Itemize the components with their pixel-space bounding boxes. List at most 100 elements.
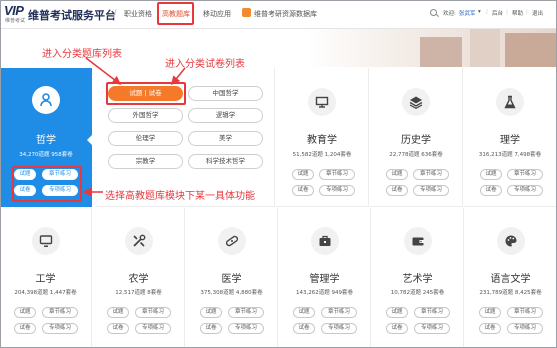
category-stats: 10,782道题 245套卷 xyxy=(390,290,445,296)
category-stats: 51,582道题 1,204套卷 xyxy=(292,152,352,158)
top-header: VIP 维普考试 维普考试服务平台 / 职业资格 高教题库 移动应用 维普考研资… xyxy=(0,0,557,29)
subject-aesthetics[interactable]: 美学 xyxy=(188,131,263,146)
annotation-paper-list: 进入分类试卷列表 xyxy=(165,59,245,70)
backend-link[interactable]: 后台 xyxy=(492,9,503,17)
search-icon[interactable] xyxy=(430,9,437,16)
special-practice-button[interactable]: 专项练习 xyxy=(319,185,355,196)
papers-button[interactable]: 试卷 xyxy=(386,185,408,196)
category-stats: 204,398道题 1,447套卷 xyxy=(14,290,77,296)
annotation-subject-list: 进入分类题库列表 xyxy=(42,49,122,60)
category-name: 医学 xyxy=(221,274,242,285)
special-practice-button[interactable]: 专项练习 xyxy=(228,323,264,334)
questions-button[interactable]: 试题 xyxy=(479,307,501,318)
category-card-medicine[interactable]: 医学 375,308道题 4,880套卷 试题 章节练习 试卷 专项练习 xyxy=(186,208,278,348)
category-name: 农学 xyxy=(128,274,149,285)
papers-button[interactable]: 试卷 xyxy=(479,323,501,334)
logout-link[interactable]: 退出 xyxy=(532,9,543,17)
chapter-practice-button[interactable]: 章节练习 xyxy=(135,307,171,318)
papers-button[interactable]: 试卷 xyxy=(293,323,315,334)
chevron-down-icon[interactable]: ▾ xyxy=(478,9,481,15)
category-card-science[interactable]: 理学 316,213道题 7,498套卷 试题 章节练习 试卷 专项练习 xyxy=(464,68,557,207)
nav-professional-qualification[interactable]: 职业资格 xyxy=(124,9,152,19)
flask-icon xyxy=(496,88,524,116)
questions-button[interactable]: 试题 xyxy=(386,169,408,180)
tools-icon xyxy=(124,227,153,255)
papers-button[interactable]: 试卷 xyxy=(480,185,502,196)
category-stats: 316,213道题 7,498套卷 xyxy=(478,152,542,158)
nav-mobile-app[interactable]: 移动应用 xyxy=(203,9,231,19)
special-practice-button[interactable]: 专项练习 xyxy=(321,323,357,334)
special-practice-button[interactable]: 专项练习 xyxy=(413,185,449,196)
nav-highlight-box xyxy=(157,2,194,25)
site-title: 维普考试服务平台 xyxy=(28,9,116,22)
chapter-practice-button[interactable]: 章节练习 xyxy=(321,307,357,318)
papers-button[interactable]: 试卷 xyxy=(200,323,222,334)
subject-foreign-philosophy[interactable]: 外国哲学 xyxy=(108,108,183,123)
questions-button[interactable]: 试题 xyxy=(200,307,222,318)
category-name: 历史学 xyxy=(401,135,431,146)
chapter-practice-button[interactable]: 章节练习 xyxy=(228,307,264,318)
category-card-education[interactable]: 教育学 51,582道题 1,204套卷 试题 章节练习 试卷 专项练习 xyxy=(276,68,369,207)
chapter-practice-button[interactable]: 章节练习 xyxy=(507,307,543,318)
bandage-icon xyxy=(217,227,246,255)
logo-subtitle: 维普考试 xyxy=(5,18,26,24)
questions-button[interactable]: 试题 xyxy=(107,307,129,318)
questions-button[interactable]: 试题 xyxy=(14,307,36,318)
category-stats: 22,778道题 636套卷 xyxy=(389,152,443,158)
layers-icon xyxy=(402,88,430,116)
chapter-practice-button[interactable]: 章节练习 xyxy=(319,169,355,180)
category-name: 理学 xyxy=(500,135,520,146)
subject-religion[interactable]: 宗教学 xyxy=(108,154,183,169)
chapter-practice-button[interactable]: 章节练习 xyxy=(414,307,450,318)
category-card-engineering[interactable]: 工学 204,398道题 1,447套卷 试题 章节练习 试卷 专项练习 xyxy=(0,208,92,348)
subject-philosophy-of-science[interactable]: 科学技术哲学 xyxy=(188,154,263,169)
help-link[interactable]: 帮助 xyxy=(512,9,523,17)
questions-button[interactable]: 试题 xyxy=(480,169,502,180)
annotation-box-questions-papers xyxy=(106,82,186,105)
papers-button[interactable]: 试卷 xyxy=(14,323,36,334)
special-practice-button[interactable]: 专项练习 xyxy=(135,323,171,334)
vip-logo[interactable]: VIP 维普考试 xyxy=(4,3,28,25)
category-name: 语言文学 xyxy=(490,274,531,285)
chapter-practice-button[interactable]: 章节练习 xyxy=(42,307,78,318)
nav-kaoyan-database[interactable]: 维普考研资源数据库 xyxy=(254,9,317,19)
category-card-agriculture[interactable]: 农学 12,517道题 8套卷 试题 章节练习 试卷 专项练习 xyxy=(93,208,185,348)
building-shape xyxy=(420,37,462,67)
building-shape xyxy=(505,33,557,67)
category-stats: 34,270道题 958套卷 xyxy=(19,152,73,158)
subject-chinese-philosophy[interactable]: 中国哲学 xyxy=(188,86,263,101)
special-practice-button[interactable]: 专项练习 xyxy=(507,185,543,196)
category-card-history[interactable]: 历史学 22,778道题 636套卷 试题 章节练习 试卷 专项练习 xyxy=(370,68,463,207)
papers-button[interactable]: 试卷 xyxy=(386,323,408,334)
category-name: 艺术学 xyxy=(402,274,433,285)
category-stats: 375,308道题 4,880套卷 xyxy=(200,290,263,296)
chapter-practice-button[interactable]: 章节练习 xyxy=(507,169,543,180)
selected-pointer xyxy=(87,131,96,149)
questions-button[interactable]: 试题 xyxy=(292,169,314,180)
user-name-link[interactable]: 张武军 xyxy=(459,9,476,17)
category-name: 哲学 xyxy=(36,135,56,146)
building-shape xyxy=(470,29,500,67)
chapter-practice-button[interactable]: 章节练习 xyxy=(413,169,449,180)
divider: | xyxy=(486,9,488,15)
divider: | xyxy=(506,9,508,15)
computer-icon xyxy=(31,227,60,255)
questions-button[interactable]: 试题 xyxy=(293,307,315,318)
subject-logic[interactable]: 逻辑学 xyxy=(188,108,263,123)
subject-ethics[interactable]: 伦理学 xyxy=(108,131,183,146)
special-practice-button[interactable]: 专项练习 xyxy=(507,323,543,334)
category-card-management[interactable]: 管理学 143,262道题 949套卷 试题 章节练习 试卷 专项练习 xyxy=(279,208,371,348)
category-stats: 143,262道题 949套卷 xyxy=(296,290,353,296)
category-name: 教育学 xyxy=(307,135,337,146)
category-name: 管理学 xyxy=(309,274,340,285)
category-name: 工学 xyxy=(35,274,56,285)
papers-button[interactable]: 试卷 xyxy=(107,323,129,334)
kaoyan-database-icon xyxy=(242,8,251,17)
special-practice-button[interactable]: 专项练习 xyxy=(414,323,450,334)
special-practice-button[interactable]: 专项练习 xyxy=(42,323,78,334)
blackboard-icon xyxy=(308,88,336,116)
papers-button[interactable]: 试卷 xyxy=(292,185,314,196)
category-card-literature[interactable]: 语言文学 231,789道题 8,425套卷 试题 章节练习 试卷 专项练习 xyxy=(465,208,557,348)
category-card-arts[interactable]: 艺术学 10,782道题 245套卷 试题 章节练习 试卷 专项练习 xyxy=(372,208,464,348)
questions-button[interactable]: 试题 xyxy=(386,307,408,318)
